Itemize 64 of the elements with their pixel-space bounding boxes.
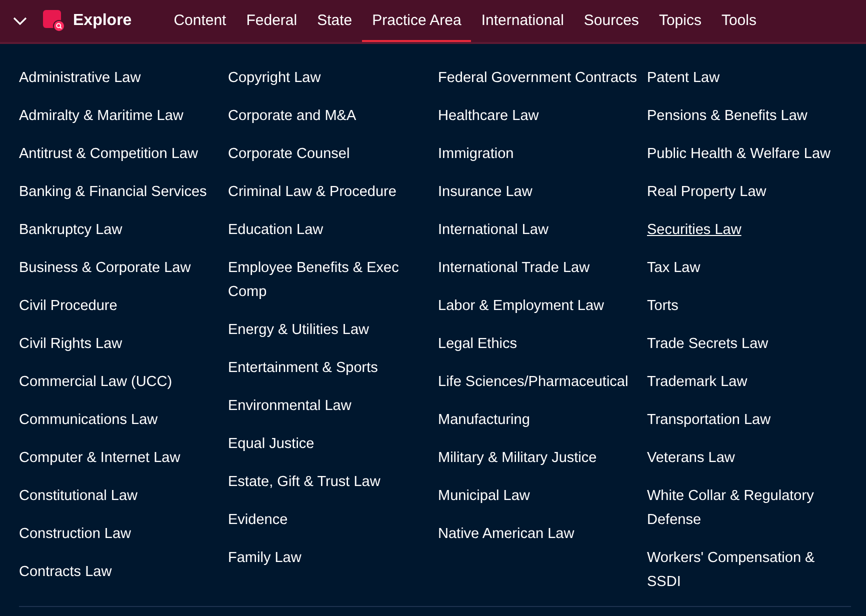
practice-area-link[interactable]: Business & Corporate Law — [19, 256, 191, 280]
practice-area-link[interactable]: Civil Rights Law — [19, 332, 122, 356]
practice-area-link[interactable]: Banking & Financial Services — [19, 180, 207, 204]
practice-area-link[interactable]: Commercial Law (UCC) — [19, 370, 172, 394]
practice-area-link[interactable]: Manufacturing — [438, 408, 530, 432]
practice-area-link[interactable]: Family Law — [228, 546, 302, 570]
practice-area-link[interactable]: Civil Procedure — [19, 294, 118, 318]
practice-area-link[interactable]: Administrative Law — [19, 66, 141, 90]
nav-tab[interactable]: State — [307, 0, 362, 42]
practice-area-link[interactable]: Immigration — [438, 142, 514, 166]
practice-area-link[interactable]: Admiralty & Maritime Law — [19, 104, 184, 128]
practice-area-link[interactable]: Estate, Gift & Trust Law — [228, 470, 380, 494]
practice-area-link[interactable]: Public Health & Welfare Law — [647, 142, 830, 166]
practice-area-link[interactable]: International Trade Law — [438, 256, 590, 280]
practice-area-link[interactable]: Military & Military Justice — [438, 446, 597, 470]
nav-tab[interactable]: International — [471, 0, 574, 42]
brand-title: Explore — [73, 12, 132, 30]
practice-area-link[interactable]: Federal Government Contracts — [438, 66, 638, 90]
practice-area-link[interactable]: Constitutional Law — [19, 484, 138, 508]
practice-area-link[interactable]: White Collar & Regulatory Defense — [647, 484, 847, 532]
practice-area-link[interactable]: Copyright Law — [228, 66, 321, 90]
practice-area-link[interactable]: Trade Secrets Law — [647, 332, 768, 356]
practice-area-link[interactable]: Employee Benefits & Exec Comp — [228, 256, 428, 304]
practice-area-link[interactable]: Labor & Employment Law — [438, 294, 604, 318]
practice-area-link[interactable]: Securities Law — [647, 218, 742, 242]
practice-area-link[interactable]: Insurance Law — [438, 180, 532, 204]
nav-tab[interactable]: Practice Area — [362, 0, 472, 42]
chevron-down-icon[interactable] — [13, 16, 27, 26]
practice-area-link[interactable]: Veterans Law — [647, 446, 735, 470]
practice-area-link[interactable]: Transportation Law — [647, 408, 771, 432]
practice-area-link[interactable]: Communications Law — [19, 408, 158, 432]
practice-area-link[interactable]: Trademark Law — [647, 370, 748, 394]
practice-area-link[interactable]: Equal Justice — [228, 432, 314, 456]
practice-area-link[interactable]: Torts — [647, 294, 678, 318]
practice-area-link[interactable]: Corporate and M&A — [228, 104, 356, 128]
practice-area-link[interactable]: Native American Law — [438, 522, 574, 546]
practice-area-link[interactable]: Life Sciences/Pharmaceutical — [438, 370, 628, 394]
nav-tab[interactable]: Sources — [574, 0, 649, 42]
practice-area-link[interactable]: Entertainment & Sports — [228, 356, 378, 380]
practice-area-link[interactable]: Patent Law — [647, 66, 720, 90]
practice-area-link[interactable]: Criminal Law & Procedure — [228, 180, 396, 204]
logo-icon — [43, 10, 65, 32]
nav-tab[interactable]: Federal — [236, 0, 308, 42]
practice-area-link[interactable]: Environmental Law — [228, 394, 352, 418]
nav-tab[interactable]: Topics — [648, 0, 712, 42]
practice-area-link[interactable]: Healthcare Law — [438, 104, 539, 128]
nav-tab[interactable]: Tools — [711, 0, 766, 42]
practice-area-link[interactable]: Contracts Law — [19, 560, 112, 584]
practice-area-link[interactable]: Energy & Utilities Law — [228, 318, 370, 342]
practice-area-link[interactable]: Real Property Law — [647, 180, 766, 204]
practice-area-link[interactable]: Corporate Counsel — [228, 142, 350, 166]
practice-area-link[interactable]: Evidence — [228, 508, 288, 532]
practice-area-link[interactable]: Pensions & Benefits Law — [647, 104, 808, 128]
practice-area-link[interactable]: Construction Law — [19, 522, 132, 546]
practice-area-link[interactable]: Workers' Compensation & SSDI — [647, 546, 847, 594]
practice-area-link[interactable]: Computer & Internet Law — [19, 446, 180, 470]
practice-area-link[interactable]: Antitrust & Competition Law — [19, 142, 198, 166]
practice-area-link[interactable]: Education Law — [228, 218, 324, 242]
practice-area-link[interactable]: Legal Ethics — [438, 332, 517, 356]
practice-area-link[interactable]: International Law — [438, 218, 548, 242]
nav-tab[interactable]: Content — [164, 0, 236, 42]
practice-area-link[interactable]: Tax Law — [647, 256, 700, 280]
practice-area-link[interactable]: Municipal Law — [438, 484, 530, 508]
practice-area-link[interactable]: Bankruptcy Law — [19, 218, 122, 242]
